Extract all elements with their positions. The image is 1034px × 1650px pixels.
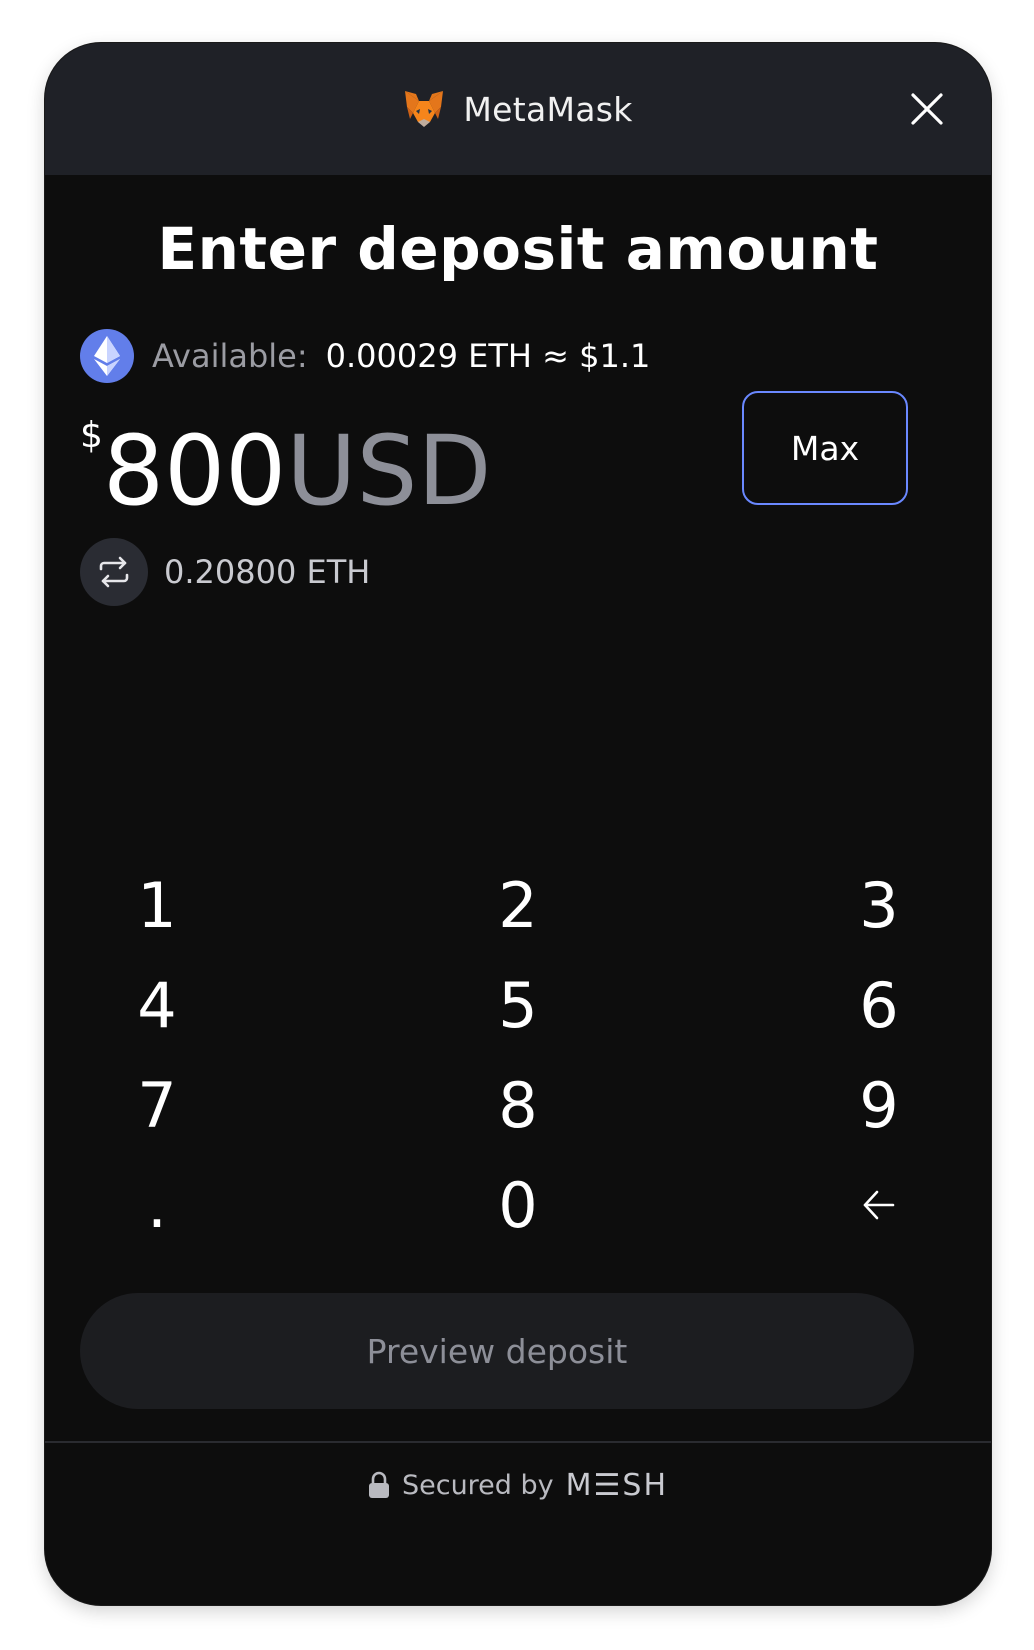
key-1[interactable]: 1 xyxy=(80,855,372,955)
key-backspace[interactable] xyxy=(664,1155,956,1255)
deposit-modal: MetaMask Enter deposit amount Available:… xyxy=(45,43,991,1605)
footer-divider xyxy=(45,1441,991,1443)
available-value: 0.00029 ETH ≈ $1.1 xyxy=(325,337,651,375)
close-button[interactable] xyxy=(907,89,947,129)
key-2[interactable]: 2 xyxy=(372,855,664,955)
swap-arrows-icon xyxy=(99,556,129,588)
amount-unit: USD xyxy=(286,415,492,527)
available-label: Available: xyxy=(152,337,308,375)
converted-amount: 0.20800 ETH xyxy=(164,553,371,591)
preview-deposit-button[interactable]: Preview deposit xyxy=(80,1293,914,1409)
page-title: Enter deposit amount xyxy=(157,215,879,283)
numeric-keypad: 1 2 3 4 5 6 7 8 9 . 0 xyxy=(80,855,956,1255)
currency-symbol: $ xyxy=(80,415,103,456)
brand-name: MetaMask xyxy=(463,89,633,129)
key-8[interactable]: 8 xyxy=(372,1055,664,1155)
key-decimal[interactable]: . xyxy=(80,1155,372,1255)
security-footer: Secured by M☰SH xyxy=(45,1461,991,1509)
lock-icon xyxy=(368,1471,389,1498)
key-3[interactable]: 3 xyxy=(664,855,956,955)
key-0[interactable]: 0 xyxy=(372,1155,664,1255)
secured-by-label: Secured by xyxy=(401,1469,554,1501)
swap-currency-button[interactable] xyxy=(80,538,148,606)
key-4[interactable]: 4 xyxy=(80,955,372,1055)
mesh-logo-text: M☰SH xyxy=(565,1467,669,1503)
amount-number: 800 xyxy=(103,415,287,527)
key-6[interactable]: 6 xyxy=(664,955,956,1055)
metamask-fox-icon xyxy=(405,91,444,127)
backspace-arrow-icon xyxy=(863,1190,895,1220)
available-balance: Available: 0.00029 ETH ≈ $1.1 xyxy=(80,329,650,383)
amount-value: 800USD xyxy=(103,411,491,531)
modal-header: MetaMask xyxy=(45,43,991,175)
max-button[interactable]: Max xyxy=(742,391,908,505)
key-7[interactable]: 7 xyxy=(80,1055,372,1155)
key-9[interactable]: 9 xyxy=(664,1055,956,1155)
conversion-row: 0.20800 ETH xyxy=(80,538,370,606)
ethereum-icon xyxy=(80,329,134,383)
close-icon xyxy=(911,93,943,125)
brand: MetaMask xyxy=(45,81,991,137)
key-5[interactable]: 5 xyxy=(372,955,664,1055)
